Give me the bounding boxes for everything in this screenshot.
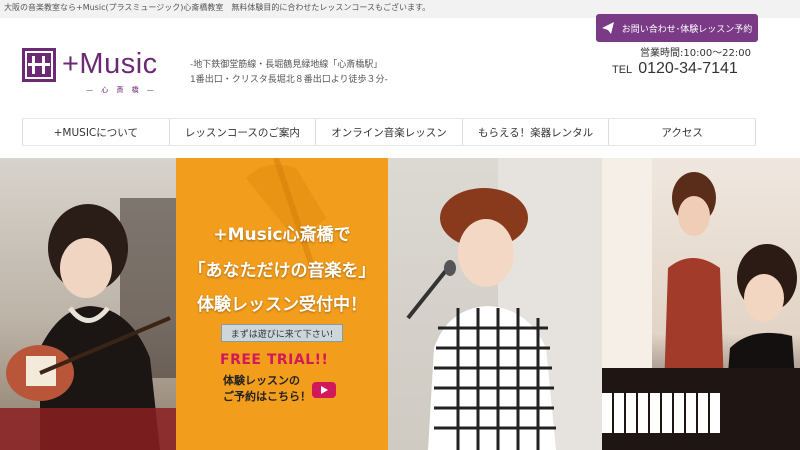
hero-headline-2: 「あなただけの音楽を」 <box>188 261 376 281</box>
site-logo[interactable]: +Music — 心 斎 橋 — <box>22 48 182 102</box>
trial-reserve-line-1: 体験レッスンの <box>223 374 300 387</box>
nav-item-about[interactable]: +MUSICについて <box>22 119 170 145</box>
play-icon <box>321 386 328 394</box>
trial-play-button[interactable] <box>312 382 336 398</box>
free-trial-label: FREE TRIAL!! <box>220 352 329 368</box>
nav-item-courses[interactable]: レッスンコースのご案内 <box>170 119 317 145</box>
shamisen-player-photo <box>0 158 176 450</box>
contact-reservation-button[interactable]: お問い合わせ･体験レッスン予約 <box>596 14 758 42</box>
hero-promo-text: +Music心斎橋で 「あなただけの音楽を」 体験レッスン受付中！ まずは遊びに… <box>176 158 388 450</box>
tel-number: 0120-34-7141 <box>638 60 738 77</box>
address-line-1: -地下鉄御堂筋線・長堀鶴見緑地線「心斎橋駅」 <box>190 60 383 70</box>
hero-headline-1: +Music心斎橋で <box>213 225 351 245</box>
tel-label: TEL <box>612 64 633 76</box>
nav-item-instrument-rental[interactable]: もらえる！楽器レンタル <box>463 119 610 145</box>
piano-duo-photo <box>602 158 800 450</box>
station-address: -地下鉄御堂筋線・長堀鶴見緑地線「心斎橋駅」 1番出口・クリスタ長堀北８番出口よ… <box>190 58 388 88</box>
nav-item-access[interactable]: アクセス <box>609 119 756 145</box>
site-header: +Music — 心 斎 橋 — -地下鉄御堂筋線・長堀鶴見緑地線「心斎橋駅」 … <box>0 14 800 118</box>
singer-photo <box>388 158 602 450</box>
phone-number[interactable]: TEL 0120-34-7141 <box>612 60 738 78</box>
brand-name: +Music <box>62 48 158 80</box>
nav-item-online-lessons[interactable]: オンライン音楽レッスン <box>316 119 463 145</box>
brand-subtitle: — 心 斎 橋 — <box>86 86 157 94</box>
main-nav: +MUSICについて レッスンコースのご案内 オンライン音楽レッスン もらえる！… <box>22 118 756 146</box>
hero-headline-3: 体験レッスン受付中！ <box>197 295 367 315</box>
paper-plane-icon <box>601 22 614 34</box>
trial-reserve-line-2: ご予約はこちら！ <box>223 390 311 403</box>
contact-button-label: お問い合わせ･体験レッスン予約 <box>621 24 753 35</box>
site-tagline: 大阪の音楽教室なら+Music(プラスミュージック)心斎橋教室 無料体験目的に合… <box>4 3 431 12</box>
plus-music-logo-icon <box>22 48 56 82</box>
address-line-2: 1番出口・クリスタ長堀北８番出口より徒歩３分- <box>190 75 388 85</box>
hero-banner[interactable]: +Music心斎橋で 「あなただけの音楽を」 体験レッスン受付中！ まずは遊びに… <box>0 158 800 450</box>
visit-invitation-tag: まずは遊びに来て下さい! <box>221 324 343 342</box>
business-hours: 営業時間:10:00〜22:00 <box>640 48 752 59</box>
